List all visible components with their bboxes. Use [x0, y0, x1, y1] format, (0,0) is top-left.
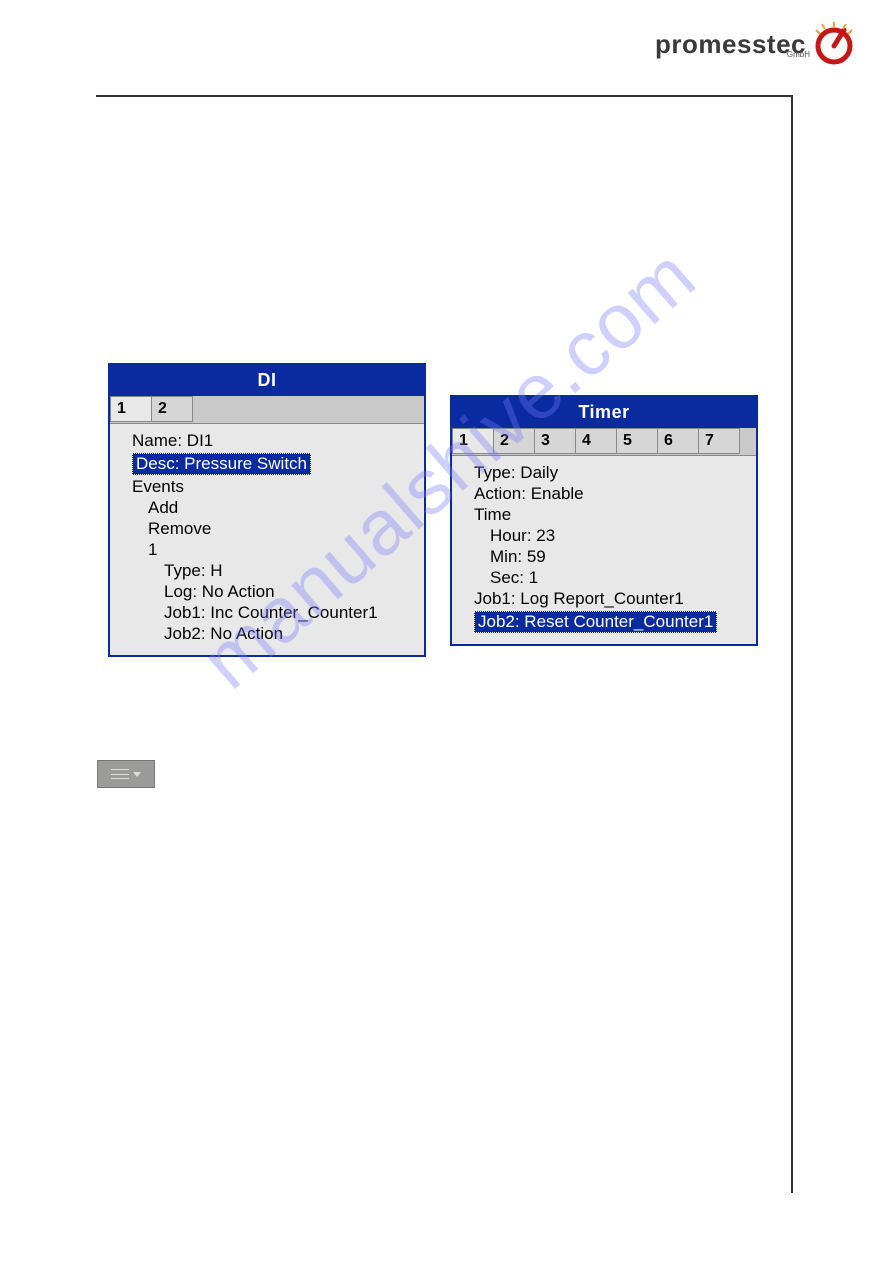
timer-tab-2[interactable]: 2 — [493, 428, 535, 454]
di-name[interactable]: Name: DI1 — [118, 431, 416, 451]
di-desc[interactable]: Desc: Pressure Switch — [132, 453, 311, 475]
di-job1[interactable]: Job1: Inc Counter_Counter1 — [118, 603, 416, 623]
logo-text: promesstec — [655, 29, 806, 60]
di-title: DI — [110, 365, 424, 396]
di-type[interactable]: Type: H — [118, 561, 416, 581]
menu-button[interactable] — [97, 760, 155, 788]
di-log[interactable]: Log: No Action — [118, 582, 416, 602]
di-tab-2[interactable]: 2 — [151, 396, 193, 422]
timer-sec[interactable]: Sec: 1 — [460, 568, 748, 588]
timer-min[interactable]: Min: 59 — [460, 547, 748, 567]
logo: promesstec GmbH — [655, 20, 858, 68]
di-add[interactable]: Add — [118, 498, 416, 518]
di-tabbar: 1 2 — [110, 396, 424, 424]
logo-sub: GmbH — [787, 50, 810, 59]
timer-type[interactable]: Type: Daily — [460, 463, 748, 483]
di-events[interactable]: Events — [118, 477, 416, 497]
di-event-1[interactable]: 1 — [118, 540, 416, 560]
timer-job1[interactable]: Job1: Log Report_Counter1 — [460, 589, 748, 609]
di-remove[interactable]: Remove — [118, 519, 416, 539]
timer-tab-1[interactable]: 1 — [452, 428, 494, 454]
timer-tab-5[interactable]: 5 — [616, 428, 658, 454]
timer-job2[interactable]: Job2: Reset Counter_Counter1 — [474, 611, 717, 633]
timer-tab-6[interactable]: 6 — [657, 428, 699, 454]
timer-tab-4[interactable]: 4 — [575, 428, 617, 454]
timer-tabbar: 1 2 3 4 5 6 7 — [452, 428, 756, 456]
menu-lines-icon — [111, 769, 129, 779]
di-job2[interactable]: Job2: No Action — [118, 624, 416, 644]
timer-tree: Type: Daily Action: Enable Time Hour: 23… — [452, 456, 756, 644]
timer-hour[interactable]: Hour: 23 — [460, 526, 748, 546]
di-tree: Name: DI1 Desc: Pressure Switch Events A… — [110, 424, 424, 655]
timer-title: Timer — [452, 397, 756, 428]
timer-tab-3[interactable]: 3 — [534, 428, 576, 454]
timer-time[interactable]: Time — [460, 505, 748, 525]
dropdown-arrow-icon — [133, 772, 141, 777]
logo-mark-icon — [810, 20, 858, 68]
timer-tab-7[interactable]: 7 — [698, 428, 740, 454]
di-panel: DI 1 2 Name: DI1 Desc: Pressure Switch E… — [108, 363, 426, 657]
di-tab-1[interactable]: 1 — [110, 396, 152, 422]
timer-action[interactable]: Action: Enable — [460, 484, 748, 504]
timer-panel: Timer 1 2 3 4 5 6 7 Type: Daily Action: … — [450, 395, 758, 646]
